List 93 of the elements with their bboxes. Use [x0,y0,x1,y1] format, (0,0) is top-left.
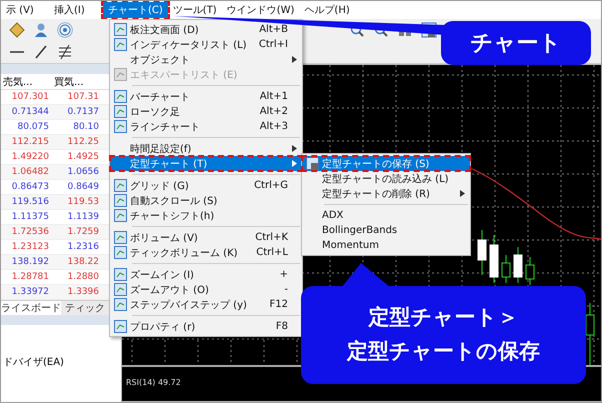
ask-price: 0.7137 [66,107,100,117]
menu-item-icon [114,179,126,192]
menu-bar-item[interactable]: ヘルプ(H) [299,2,355,18]
menu-item[interactable]: インディケータリスト (L) Ctrl+I [110,37,302,52]
panel-tab[interactable]: ライスボード [1,301,61,315]
menu-item-icon [114,283,126,296]
candlestick [478,230,486,276]
menu-item-icon [114,90,126,103]
bid-price: 112.215 [10,137,50,147]
menu-item[interactable]: ボリューム (V) Ctrl+K [110,230,302,245]
column-header[interactable]: 売気... [1,74,52,88]
ask-price: 80.10 [72,122,100,132]
submenu-arrow-icon [292,56,297,63]
menu-item[interactable]: 自動スクロール (S) [110,193,302,208]
menu-item-icon [114,246,126,259]
candlestick [586,302,594,365]
menu-item[interactable]: 時間足設定(f) [110,141,302,156]
bid-price: 0.71344 [10,107,50,117]
ask-price: 1.4925 [66,152,100,162]
submenu-arrow-icon [460,190,465,197]
candlestick [514,246,522,284]
menu-item[interactable]: 定型チャート (T) [110,156,302,171]
menu-item[interactable]: グリッド (G) Ctrl+G [110,178,302,193]
menu-item[interactable]: ローソク足 Alt+2 [110,104,302,119]
bid-price: 1.23123 [10,242,50,252]
menu-item[interactable]: バーチャート Alt+1 [110,89,302,104]
panel-tab[interactable]: ティック [65,301,105,315]
menu-item-icon [114,194,126,207]
menu-item-icon [114,38,126,51]
ask-price: 1.1139 [66,212,100,222]
navigator-item[interactable]: ドバイザ(EA) [3,357,64,368]
menu-item-icon [114,268,126,281]
bid-price: 119.516 [10,197,50,207]
menu-item-icon [114,68,126,81]
menu-item[interactable]: オブジェクト [110,52,302,67]
menu-item[interactable]: ズームイン (I) + [110,267,302,282]
menu-item-icon [114,120,126,133]
bid-price: 1.72536 [10,227,50,237]
menu-bar-item[interactable]: チャート(C) [103,2,168,18]
ask-price: 1.2880 [66,272,100,282]
bid-price: 1.06482 [10,167,50,177]
menu-item-icon [114,23,126,36]
menu-item[interactable]: 定型チャートの削除 (R) [302,186,470,201]
bid-price: 107.301 [10,92,50,102]
candlestick [490,234,498,284]
menu-item[interactable]: プロパティ (r) F8 [110,319,302,334]
ask-price: 119.53 [66,197,100,207]
bid-price: 0.86473 [10,182,50,192]
ask-price: 112.25 [66,137,100,147]
menu-item[interactable]: ステップバイステップ (y) F12 [110,297,302,312]
menu-item-icon [114,209,126,222]
bid-price: 1.11375 [10,212,50,222]
candlestick [502,254,510,284]
ask-price: 1.7259 [66,227,100,237]
menu-item[interactable]: ズームアウト (O) - [110,282,302,297]
menu-item-icon [114,231,126,244]
menu-item[interactable]: BollingerBands [302,223,470,238]
menu-item-icon [114,298,126,311]
bid-price: 1.28781 [10,272,50,282]
diamond-icon[interactable] [9,22,25,38]
ask-price: 1.3396 [66,287,100,297]
ask-price: 0.8649 [66,182,100,192]
menu-item-icon [114,320,126,333]
indicator-label: RSI(14) 49.72 [126,378,181,387]
menu-item[interactable]: ADX [302,208,470,223]
bid-price: 1.33972 [10,287,50,297]
menu-item-icon [306,157,318,170]
diagonal-line-icon[interactable] [33,44,49,60]
candlestick [526,256,534,286]
ask-price: 107.31 [66,92,100,102]
ask-price: 1.0656 [66,167,100,177]
column-header[interactable]: 買気... [52,74,103,88]
bid-price: 1.49220 [10,152,50,162]
callout-bubble: チャート [441,21,591,65]
menu-bar-item[interactable]: ウインドウ(W) [222,2,300,18]
menu-item[interactable]: Momentum [302,238,470,253]
menu-bar-item[interactable]: 示 (V) [1,2,49,18]
menu-item[interactable]: チャートシフト(h) [110,208,302,223]
submenu-arrow-icon [292,160,297,167]
ask-price: 138.22 [66,257,100,267]
menu-item[interactable]: 定型チャートの保存 (S) [302,156,470,171]
menu-item[interactable]: ラインチャート Alt+3 [110,119,302,134]
submenu-arrow-icon [292,145,297,152]
bid-price: 138.192 [10,257,50,267]
menu-item-icon [114,105,126,118]
signal-icon[interactable] [57,22,73,38]
menu-bar-item[interactable]: ツール(T) [168,2,222,18]
bid-price: 80.075 [16,122,50,132]
menu-bar-item[interactable]: 挿入(I) [49,2,103,18]
menu-item[interactable]: 定型チャートの読み込み (L) [302,171,470,186]
menu-item[interactable]: ティックボリューム (K) Ctrl+L [110,245,302,260]
person-icon[interactable] [33,22,49,38]
ask-price: 1.2316 [66,242,100,252]
